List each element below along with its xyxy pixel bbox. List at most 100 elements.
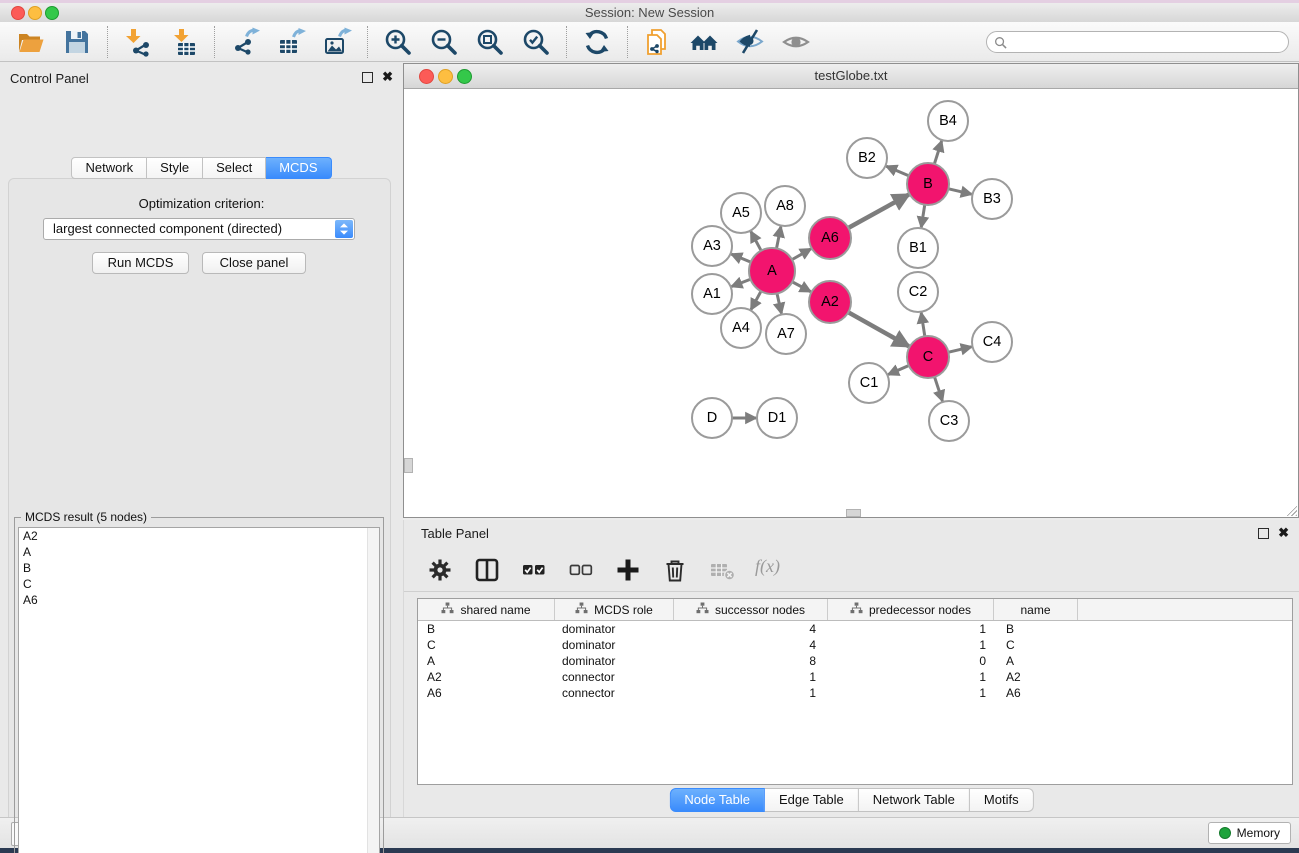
graph-node-D[interactable]: D (692, 398, 732, 438)
cell[interactable]: 4 (674, 622, 828, 636)
cell[interactable]: A6 (418, 686, 555, 700)
graph-node-A5[interactable]: A5 (721, 193, 761, 233)
tab-select[interactable]: Select (203, 157, 266, 179)
cell[interactable]: 0 (828, 654, 994, 668)
tab-node-table[interactable]: Node Table (669, 788, 765, 812)
cell[interactable]: C (994, 638, 1078, 652)
graph-node-A7[interactable]: A7 (766, 314, 806, 354)
zoom-selected-icon[interactable] (521, 27, 551, 57)
mcds-list-scrollbar[interactable] (367, 528, 379, 853)
graph-node-C2[interactable]: C2 (898, 272, 938, 312)
edge-A-A1[interactable] (732, 279, 752, 287)
table-row[interactable]: Cdominator41C (418, 637, 1292, 653)
import-table-icon[interactable] (169, 27, 199, 57)
search-box[interactable] (986, 31, 1289, 53)
vertical-scroll-thumb[interactable] (404, 458, 413, 473)
mcds-result-item[interactable]: B (19, 560, 379, 576)
cell[interactable]: A2 (418, 670, 555, 684)
cell[interactable]: 8 (674, 654, 828, 668)
tab-network[interactable]: Network (71, 157, 147, 179)
edge-C-C4[interactable] (947, 347, 971, 353)
open-folder-icon[interactable] (16, 27, 46, 57)
edge-B-B2[interactable] (886, 166, 909, 176)
cell[interactable]: 1 (828, 622, 994, 636)
edge-C-C3[interactable] (934, 376, 942, 401)
graph-node-B2[interactable]: B2 (847, 138, 887, 178)
graph-node-A2[interactable]: A2 (809, 281, 851, 323)
settings-gear-icon[interactable] (426, 556, 454, 584)
cell[interactable]: 1 (674, 686, 828, 700)
tab-mcds[interactable]: MCDS (266, 157, 331, 179)
column-header-name[interactable]: name (994, 599, 1078, 620)
cell[interactable]: A (418, 654, 555, 668)
close-panel-icon[interactable]: ✖ (382, 71, 393, 83)
clone-network-icon[interactable] (643, 27, 673, 57)
graph-node-A3[interactable]: A3 (692, 226, 732, 266)
cell[interactable]: C (418, 638, 555, 652)
cell[interactable]: 1 (828, 686, 994, 700)
network-window-titlebar[interactable]: testGlobe.txt (404, 64, 1298, 89)
cell[interactable]: 1 (674, 670, 828, 684)
tab-style[interactable]: Style (147, 157, 203, 179)
cell[interactable]: dominator (555, 638, 674, 652)
run-mcds-button[interactable]: Run MCDS (92, 252, 189, 274)
edge-A2-C[interactable] (847, 312, 908, 346)
edge-A-A3[interactable] (731, 254, 751, 262)
graph-node-B4[interactable]: B4 (928, 101, 968, 141)
close-panel-button[interactable]: Close panel (202, 252, 306, 274)
add-column-icon[interactable] (614, 556, 642, 584)
home-view-icon[interactable] (689, 27, 719, 57)
graph-node-B1[interactable]: B1 (898, 228, 938, 268)
tab-motifs[interactable]: Motifs (970, 788, 1034, 812)
cell[interactable]: 1 (828, 638, 994, 652)
deselect-all-checkboxes-icon[interactable] (567, 556, 595, 584)
table-row[interactable]: A2connector11A2 (418, 669, 1292, 685)
cell[interactable]: A (994, 654, 1078, 668)
edge-B-B3[interactable] (947, 189, 971, 195)
graph-node-C1[interactable]: C1 (849, 363, 889, 403)
horizontal-scroll-thumb[interactable] (846, 509, 861, 517)
graph-node-C4[interactable]: C4 (972, 322, 1012, 362)
cell[interactable]: connector (555, 670, 674, 684)
mcds-result-item[interactable]: A (19, 544, 379, 560)
edge-A-A7[interactable] (777, 292, 782, 313)
graph-node-A1[interactable]: A1 (692, 274, 732, 314)
delete-column-icon[interactable] (661, 556, 689, 584)
edge-A-A4[interactable] (751, 290, 761, 309)
criterion-dropdown[interactable]: largest connected component (directed) (43, 218, 355, 240)
mcds-result-list[interactable]: A2ABCA6 (18, 527, 380, 853)
network-canvas[interactable]: B4B2BB3A5A8A6A3B1AA1A2C2A4A7CC4C1C3DD1 (404, 89, 1298, 517)
tab-edge-table[interactable]: Edge Table (765, 788, 859, 812)
cell[interactable]: B (994, 622, 1078, 636)
cell[interactable]: dominator (555, 654, 674, 668)
table-close-panel-icon[interactable]: ✖ (1278, 527, 1289, 539)
graph-node-B[interactable]: B (907, 163, 949, 205)
column-header-shared-name[interactable]: shared name (418, 599, 555, 620)
graph-node-A[interactable]: A (749, 248, 795, 294)
cell[interactable]: connector (555, 686, 674, 700)
edge-B-B4[interactable] (934, 141, 942, 165)
select-all-checkboxes-icon[interactable] (520, 556, 548, 584)
zoom-out-icon[interactable] (429, 27, 459, 57)
table-float-panel-icon[interactable] (1258, 528, 1269, 539)
search-input[interactable] (1011, 33, 1288, 51)
refresh-icon[interactable] (582, 27, 612, 57)
table-row[interactable]: A6connector11A6 (418, 685, 1292, 701)
column-header-successor-nodes[interactable]: successor nodes (674, 599, 828, 620)
column-header-MCDS-role[interactable]: MCDS role (555, 599, 674, 620)
graph-node-C3[interactable]: C3 (929, 401, 969, 441)
cell[interactable]: dominator (555, 622, 674, 636)
edge-A-A5[interactable] (751, 232, 762, 252)
edge-B-B1[interactable] (921, 204, 925, 227)
cell[interactable]: 4 (674, 638, 828, 652)
table-row[interactable]: Bdominator41B (418, 621, 1292, 637)
tab-network-table[interactable]: Network Table (859, 788, 970, 812)
toggle-panel-icon[interactable] (735, 27, 765, 57)
app-titlebar[interactable]: Session: New Session (0, 3, 1299, 23)
memory-button[interactable]: Memory (1208, 822, 1291, 844)
export-image-icon[interactable] (322, 27, 352, 57)
cell[interactable]: A6 (994, 686, 1078, 700)
export-table-icon[interactable] (276, 27, 306, 57)
edge-A-A8[interactable] (776, 227, 781, 250)
mcds-result-item[interactable]: C (19, 576, 379, 592)
